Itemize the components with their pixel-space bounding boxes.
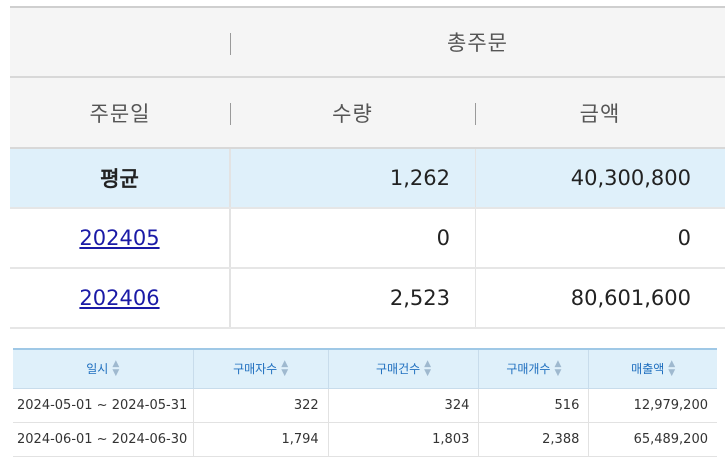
cell-items: 2,388 (478, 422, 589, 457)
sort-updown-icon[interactable]: ▲ ▼ (668, 360, 675, 378)
summary-row: 202405 0 0 (10, 209, 725, 269)
row-amount: 80,601,600 (475, 269, 725, 327)
column-header-label: 구매개수 (506, 361, 551, 376)
column-header-orders[interactable]: 구매건수 ▲ ▼ (327, 348, 479, 389)
cell-orders: 1,803 (327, 422, 479, 457)
column-header-label: 구매건수 (375, 361, 421, 376)
column-header-label: 매출액 (631, 361, 665, 376)
column-header-label: 구매자수 (233, 361, 278, 376)
summary-table: 총주문 주문일 수량 금액 평균 1,262 40,300,800 202405 (10, 6, 725, 329)
header-order-date: 주문일 (10, 78, 230, 147)
column-header-sales[interactable]: 매출액 ▲ ▼ (588, 348, 717, 389)
header-empty-cell (10, 8, 230, 76)
total-orders-label: 총주문 (447, 31, 508, 55)
detail-table: 일시 ▲ ▼ 구매자수 ▲ ▼ 구매건수 ▲ ▼ 구매개수 ▲ ▼ 매출액 ▲ ▼ 2024-05-… (13, 348, 717, 457)
header-quantity: 수량 (230, 78, 475, 147)
cell-orders: 324 (327, 388, 479, 423)
row-qty: 0 (230, 209, 475, 267)
sort-updown-icon[interactable]: ▲ ▼ (424, 360, 431, 378)
order-date-cell: 202406 (10, 269, 230, 327)
order-date-cell: 202405 (10, 209, 230, 267)
amount-label: 금액 (579, 101, 621, 126)
order-date-link-202406[interactable]: 202406 (79, 286, 159, 310)
average-label: 평균 (100, 167, 139, 191)
summary-column-header-row: 주문일 수량 금액 (10, 78, 725, 149)
quantity-label: 수량 (332, 101, 373, 126)
column-header-items[interactable]: 구매개수 ▲ ▼ (478, 348, 589, 389)
summary-row: 202406 2,523 80,601,600 (10, 269, 725, 329)
sort-updown-icon[interactable]: ▲ ▼ (112, 360, 119, 378)
table-row: 2024-05-01 ~ 2024-05-31 322 324 516 12,9… (13, 388, 717, 423)
cell-sales: 12,979,200 (588, 388, 717, 423)
summary-average-row: 평균 1,262 40,300,800 (10, 149, 725, 209)
cell-period: 2024-06-01 ~ 2024-06-30 (13, 422, 194, 457)
summary-group-header-row: 총주문 (10, 8, 725, 78)
row-qty: 2,523 (230, 269, 475, 327)
average-label-cell: 평균 (10, 149, 230, 207)
average-qty: 1,262 (230, 149, 475, 207)
order-date-label: 주문일 (89, 101, 151, 126)
cell-buyers: 322 (192, 388, 329, 423)
column-header-label: 일시 (86, 361, 109, 376)
average-amount: 40,300,800 (475, 149, 725, 207)
cell-sales: 65,489,200 (588, 422, 717, 457)
cell-buyers: 1,794 (192, 422, 329, 457)
sort-updown-icon[interactable]: ▲ ▼ (281, 360, 288, 378)
sort-updown-icon[interactable]: ▲ ▼ (554, 360, 561, 378)
row-amount: 0 (475, 209, 725, 267)
detail-header-row: 일시 ▲ ▼ 구매자수 ▲ ▼ 구매건수 ▲ ▼ 구매개수 ▲ ▼ 매출액 ▲ ▼ (13, 348, 717, 389)
column-header-buyers[interactable]: 구매자수 ▲ ▼ (192, 348, 329, 389)
order-date-link-202405[interactable]: 202405 (79, 226, 159, 250)
cell-items: 516 (478, 388, 589, 423)
column-header-date[interactable]: 일시 ▲ ▼ (13, 348, 194, 389)
cell-period: 2024-05-01 ~ 2024-05-31 (13, 388, 194, 423)
header-total-orders: 총주문 (230, 8, 725, 76)
report-view: 총주문 주문일 수량 금액 평균 1,262 40,300,800 202405 (0, 0, 725, 465)
header-amount: 금액 (475, 78, 725, 147)
table-row: 2024-06-01 ~ 2024-06-30 1,794 1,803 2,38… (13, 422, 717, 457)
